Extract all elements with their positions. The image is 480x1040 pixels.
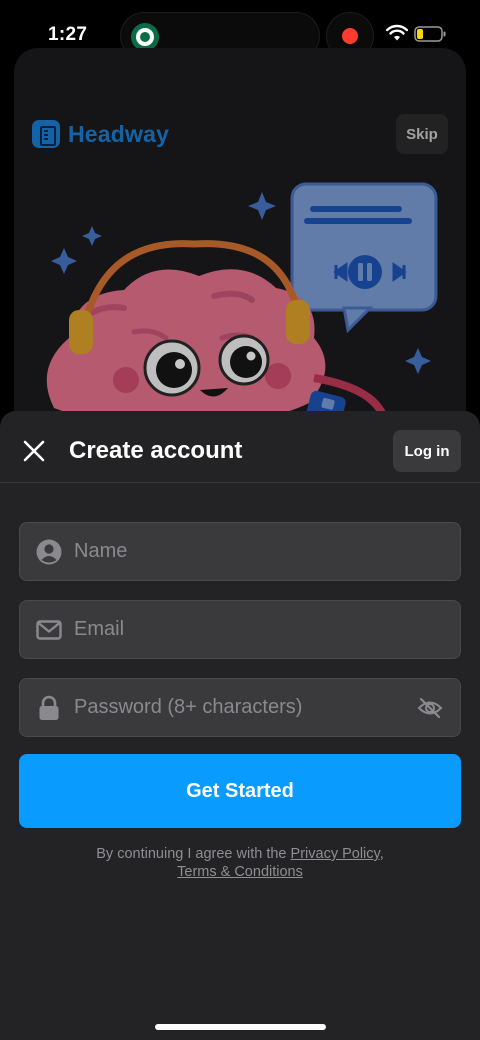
create-account-sheet: Create account Log in Name Email Get Sta… bbox=[0, 411, 480, 1040]
password-field[interactable] bbox=[19, 678, 461, 737]
get-started-button[interactable]: Get Started bbox=[19, 754, 461, 828]
screen: 1:27 Headway Skip Create account Log in … bbox=[0, 0, 480, 1040]
privacy-policy-link[interactable]: Privacy Policy bbox=[291, 846, 380, 862]
record-icon bbox=[342, 28, 358, 44]
eye-off-icon[interactable] bbox=[416, 694, 444, 722]
sheet-header: Create account Log in bbox=[0, 411, 480, 483]
home-indicator[interactable] bbox=[155, 1024, 326, 1030]
status-time: 1:27 bbox=[48, 24, 88, 45]
email-field[interactable] bbox=[19, 600, 461, 659]
name-field[interactable] bbox=[19, 522, 461, 581]
battery-icon bbox=[414, 26, 446, 42]
sheet-title: Create account bbox=[69, 437, 243, 464]
log-in-button[interactable]: Log in bbox=[393, 430, 461, 472]
password-input[interactable] bbox=[74, 696, 416, 719]
lock-icon bbox=[36, 695, 62, 721]
name-input[interactable] bbox=[74, 540, 460, 563]
starbucks-app-icon bbox=[131, 23, 159, 51]
onboarding-background: Headway Skip bbox=[14, 48, 466, 468]
terms-link[interactable]: Terms & Conditions bbox=[177, 864, 303, 880]
close-icon bbox=[23, 440, 45, 462]
close-button[interactable] bbox=[18, 435, 50, 467]
wifi-icon bbox=[386, 24, 408, 41]
legal-prefix: By continuing I agree with the bbox=[96, 846, 291, 862]
legal-separator: , bbox=[379, 846, 384, 862]
legal-notice: By continuing I agree with the Privacy P… bbox=[0, 845, 480, 881]
user-icon bbox=[36, 539, 62, 565]
mail-icon bbox=[36, 617, 62, 643]
email-input[interactable] bbox=[74, 618, 460, 641]
